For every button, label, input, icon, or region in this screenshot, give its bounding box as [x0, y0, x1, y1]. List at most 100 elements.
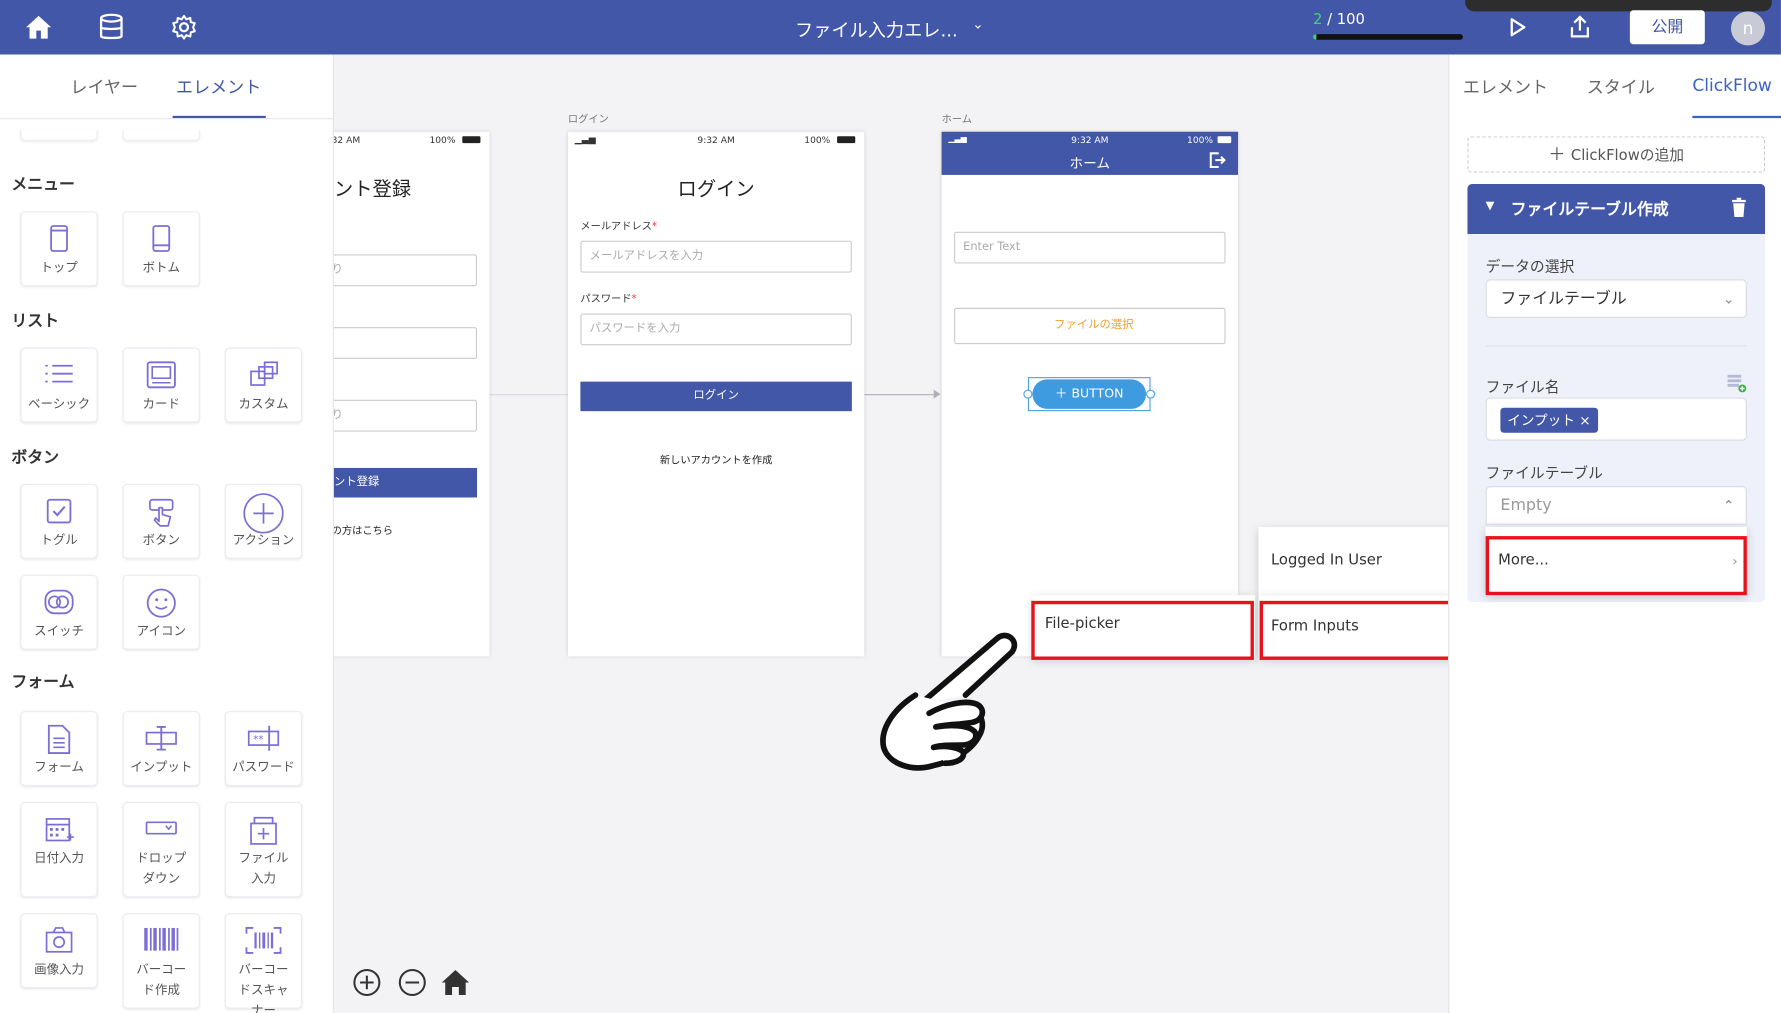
resize-handle[interactable] [1146, 389, 1156, 399]
login-button[interactable]: ログイン [580, 381, 852, 412]
highlight-more [1485, 536, 1747, 596]
add-clickflow-button[interactable]: ＋ ClickFlowの追加 [1467, 136, 1766, 173]
clickflow-title: ファイルテーブル作成 [1510, 201, 1669, 220]
usage-current: 2 [1312, 11, 1323, 29]
tile-stub [122, 129, 200, 141]
tile-barcode-scanner[interactable]: バーコードスキャナー [224, 913, 303, 1013]
tile-label: 日付入力 [34, 850, 85, 866]
tile-top[interactable]: トップ [20, 211, 98, 287]
chevron-down-icon[interactable]: ⌄ [972, 16, 983, 32]
battery-icon [1217, 136, 1232, 144]
file-select-field[interactable]: ファイルの選択 [954, 307, 1226, 345]
tile-basic-list[interactable]: ベーシック [20, 347, 98, 423]
top-app-bar: ファイル入力エレ... ⌄ 2 / 100 公開 n [0, 0, 1781, 55]
tile-switch[interactable]: スイッチ [20, 574, 98, 650]
tile-label: パスワード [232, 759, 295, 775]
text-field[interactable]: り [333, 254, 478, 287]
tile-label: トップ [40, 260, 78, 275]
tile-action[interactable]: アクション [224, 483, 303, 559]
tab-element[interactable]: エレメント [1463, 75, 1548, 99]
add-data-icon[interactable] [1726, 373, 1747, 393]
avatar[interactable]: n [1730, 11, 1766, 46]
database-icon[interactable] [95, 11, 127, 43]
home-icon[interactable] [23, 11, 55, 43]
divider [1485, 345, 1747, 347]
share-icon[interactable] [1564, 11, 1596, 43]
tile-label: バーコード作成 [136, 962, 187, 998]
tile-barcode-create[interactable]: バーコード作成 [122, 913, 200, 1009]
tab-clickflow[interactable]: ClickFlow [1692, 75, 1771, 95]
status-battery: 100% [429, 135, 456, 146]
file-name-label: ファイル名 [1485, 379, 1560, 397]
screen-home[interactable]: ▁▃▅ 9:32 AM 100% ホーム Enter Text ファイルの選択 … [941, 131, 1239, 657]
tile-toggle[interactable]: トグル [20, 483, 98, 559]
flow-connector [864, 394, 938, 396]
list-icon [22, 360, 97, 392]
home-view-icon[interactable] [441, 968, 471, 998]
tap-icon [124, 496, 199, 528]
login-link[interactable]: の方はこちら [334, 522, 393, 537]
trash-icon[interactable] [1731, 197, 1747, 218]
file-table-dropdown[interactable]: Empty ⌃ [1485, 486, 1747, 525]
tile-dropdown[interactable]: ドロップダウン [122, 801, 200, 898]
usage-progress-bar [1312, 34, 1463, 40]
tab-style[interactable]: スタイル [1587, 75, 1655, 99]
tile-custom-list[interactable]: カスタム [224, 347, 303, 423]
tile-image-input[interactable]: 画像入力 [20, 913, 98, 989]
tile-date-input[interactable]: 日付入力 [20, 801, 98, 898]
tab-layers[interactable]: レイヤー [70, 75, 138, 99]
battery-icon [462, 136, 481, 144]
password-field[interactable]: パスワードを入力 [580, 313, 852, 346]
collapse-caret-icon[interactable]: ▼ [1486, 200, 1495, 212]
tile-button[interactable]: ボタン [122, 483, 200, 559]
tile-label: ボタン [142, 532, 181, 548]
tile-label: ベーシック [27, 396, 91, 412]
screen-register[interactable]: 32 AM 100% ント登録 り り ント登録 の方はこちら [333, 131, 490, 657]
file-name-input[interactable]: インプット × [1485, 397, 1747, 441]
resize-handle[interactable] [1023, 389, 1033, 399]
tile-form[interactable]: フォーム [20, 711, 98, 786]
tile-label: インプット [130, 759, 193, 775]
logout-icon[interactable] [1208, 151, 1226, 169]
input-chip[interactable]: インプット × [1500, 407, 1598, 433]
data-select-dropdown[interactable]: ファイルテーブル ⌄ [1485, 279, 1747, 319]
tile-label: バーコードスキャナー [238, 962, 289, 1013]
play-icon[interactable] [1502, 11, 1534, 43]
publish-button[interactable]: 公開 [1629, 10, 1705, 45]
data-select-label: データの選択 [1485, 258, 1575, 276]
section-button: ボタン [11, 448, 60, 467]
chevron-up-icon: ⌃ [1722, 497, 1735, 514]
top-notch [1465, 0, 1772, 12]
zoom-out-icon[interactable] [398, 968, 428, 998]
close-icon[interactable]: × [1579, 412, 1590, 428]
screen-login[interactable]: ▁▃▅ 9:32 AM 100% ログイン メールアドレス* メールアドレスを入… [567, 131, 865, 657]
email-field[interactable]: メールアドレスを入力 [580, 240, 852, 273]
tile-icon[interactable]: アイコン [122, 574, 200, 650]
tile-label: カード [142, 396, 181, 412]
tile-password[interactable]: ** パスワード [224, 711, 303, 786]
gear-icon[interactable] [168, 11, 200, 43]
section-list: リスト [11, 312, 60, 331]
add-button-element[interactable]: ＋ BUTTON [1032, 379, 1147, 409]
svg-text:**: ** [253, 735, 263, 746]
tile-label: フォーム [34, 759, 84, 775]
checkbox-icon [22, 496, 97, 528]
text-field[interactable]: り [333, 399, 478, 432]
tab-elements[interactable]: エレメント [176, 75, 261, 99]
tile-input[interactable]: インプット [122, 711, 200, 786]
register-button[interactable]: ント登録 [333, 467, 478, 498]
zoom-in-icon[interactable] [352, 968, 382, 998]
tile-card-list[interactable]: カード [122, 347, 200, 423]
tile-file-input[interactable]: ファイル入力 [224, 801, 303, 898]
text-field[interactable] [333, 327, 478, 359]
chevron-down-icon: ⌄ [1722, 290, 1735, 307]
active-tab-indicator [1692, 115, 1781, 119]
create-account-link[interactable]: 新しいアカウントを作成 [568, 452, 864, 466]
clickflow-header[interactable]: ▼ ファイルテーブル作成 [1467, 183, 1766, 234]
project-title[interactable]: ファイル入力エレ... [795, 15, 958, 42]
barcode-icon [124, 926, 199, 958]
tile-bottom[interactable]: ボトム [122, 211, 200, 287]
text-input[interactable]: Enter Text [954, 231, 1226, 264]
tile-label: アクション [232, 532, 295, 548]
usage-total: / 100 [1327, 11, 1365, 29]
